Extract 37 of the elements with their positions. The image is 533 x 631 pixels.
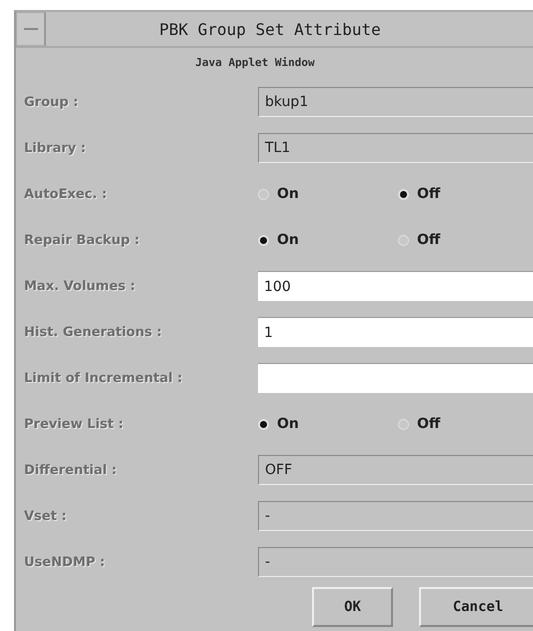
field-label: Max. Volumes : bbox=[23, 278, 136, 294]
field-label: Group : bbox=[23, 94, 80, 110]
input-field[interactable]: 1 bbox=[258, 317, 533, 347]
readonly-field: bkup1 bbox=[258, 87, 533, 117]
field-label: Limit of Incremental : bbox=[23, 370, 184, 386]
radio-option[interactable]: Off bbox=[398, 232, 533, 248]
field-label: Hist. Generations : bbox=[23, 324, 163, 340]
radio-button[interactable] bbox=[398, 418, 409, 430]
field-label: Repair Backup : bbox=[23, 232, 141, 248]
radio-button[interactable] bbox=[258, 234, 269, 246]
input-field[interactable] bbox=[258, 363, 533, 393]
readonly-field: TL1 bbox=[258, 133, 533, 163]
radio-button[interactable] bbox=[258, 418, 269, 430]
window-subtitle: Java Applet Window bbox=[194, 55, 316, 71]
field-label: AutoExec. : bbox=[23, 186, 108, 202]
radio-option[interactable]: Off bbox=[398, 186, 533, 202]
dialog-button[interactable]: Cancel bbox=[419, 587, 533, 627]
radio-option[interactable]: On bbox=[258, 186, 398, 202]
minus-icon bbox=[24, 27, 38, 31]
input-field[interactable]: 100 bbox=[258, 271, 533, 301]
readonly-field: - bbox=[258, 501, 533, 531]
radio-option[interactable]: On bbox=[258, 416, 398, 432]
field-label: UseNDMP : bbox=[23, 554, 106, 570]
field-label: Library : bbox=[23, 140, 87, 156]
radio-button[interactable] bbox=[258, 188, 269, 200]
radio-button[interactable] bbox=[398, 234, 409, 246]
radio-option[interactable]: On bbox=[258, 232, 398, 248]
dialog-button[interactable]: OK bbox=[312, 587, 393, 627]
field-label: Differential : bbox=[23, 462, 118, 478]
readonly-field: OFF bbox=[258, 455, 533, 485]
readonly-field: - bbox=[258, 547, 533, 577]
window-menu-button[interactable] bbox=[16, 12, 46, 46]
radio-button[interactable] bbox=[398, 188, 409, 200]
radio-option[interactable]: Off bbox=[398, 416, 533, 432]
field-label: Preview List : bbox=[23, 416, 124, 432]
field-label: Vset : bbox=[23, 508, 68, 524]
window-title: PBK Group Set Attribute bbox=[158, 20, 382, 38]
